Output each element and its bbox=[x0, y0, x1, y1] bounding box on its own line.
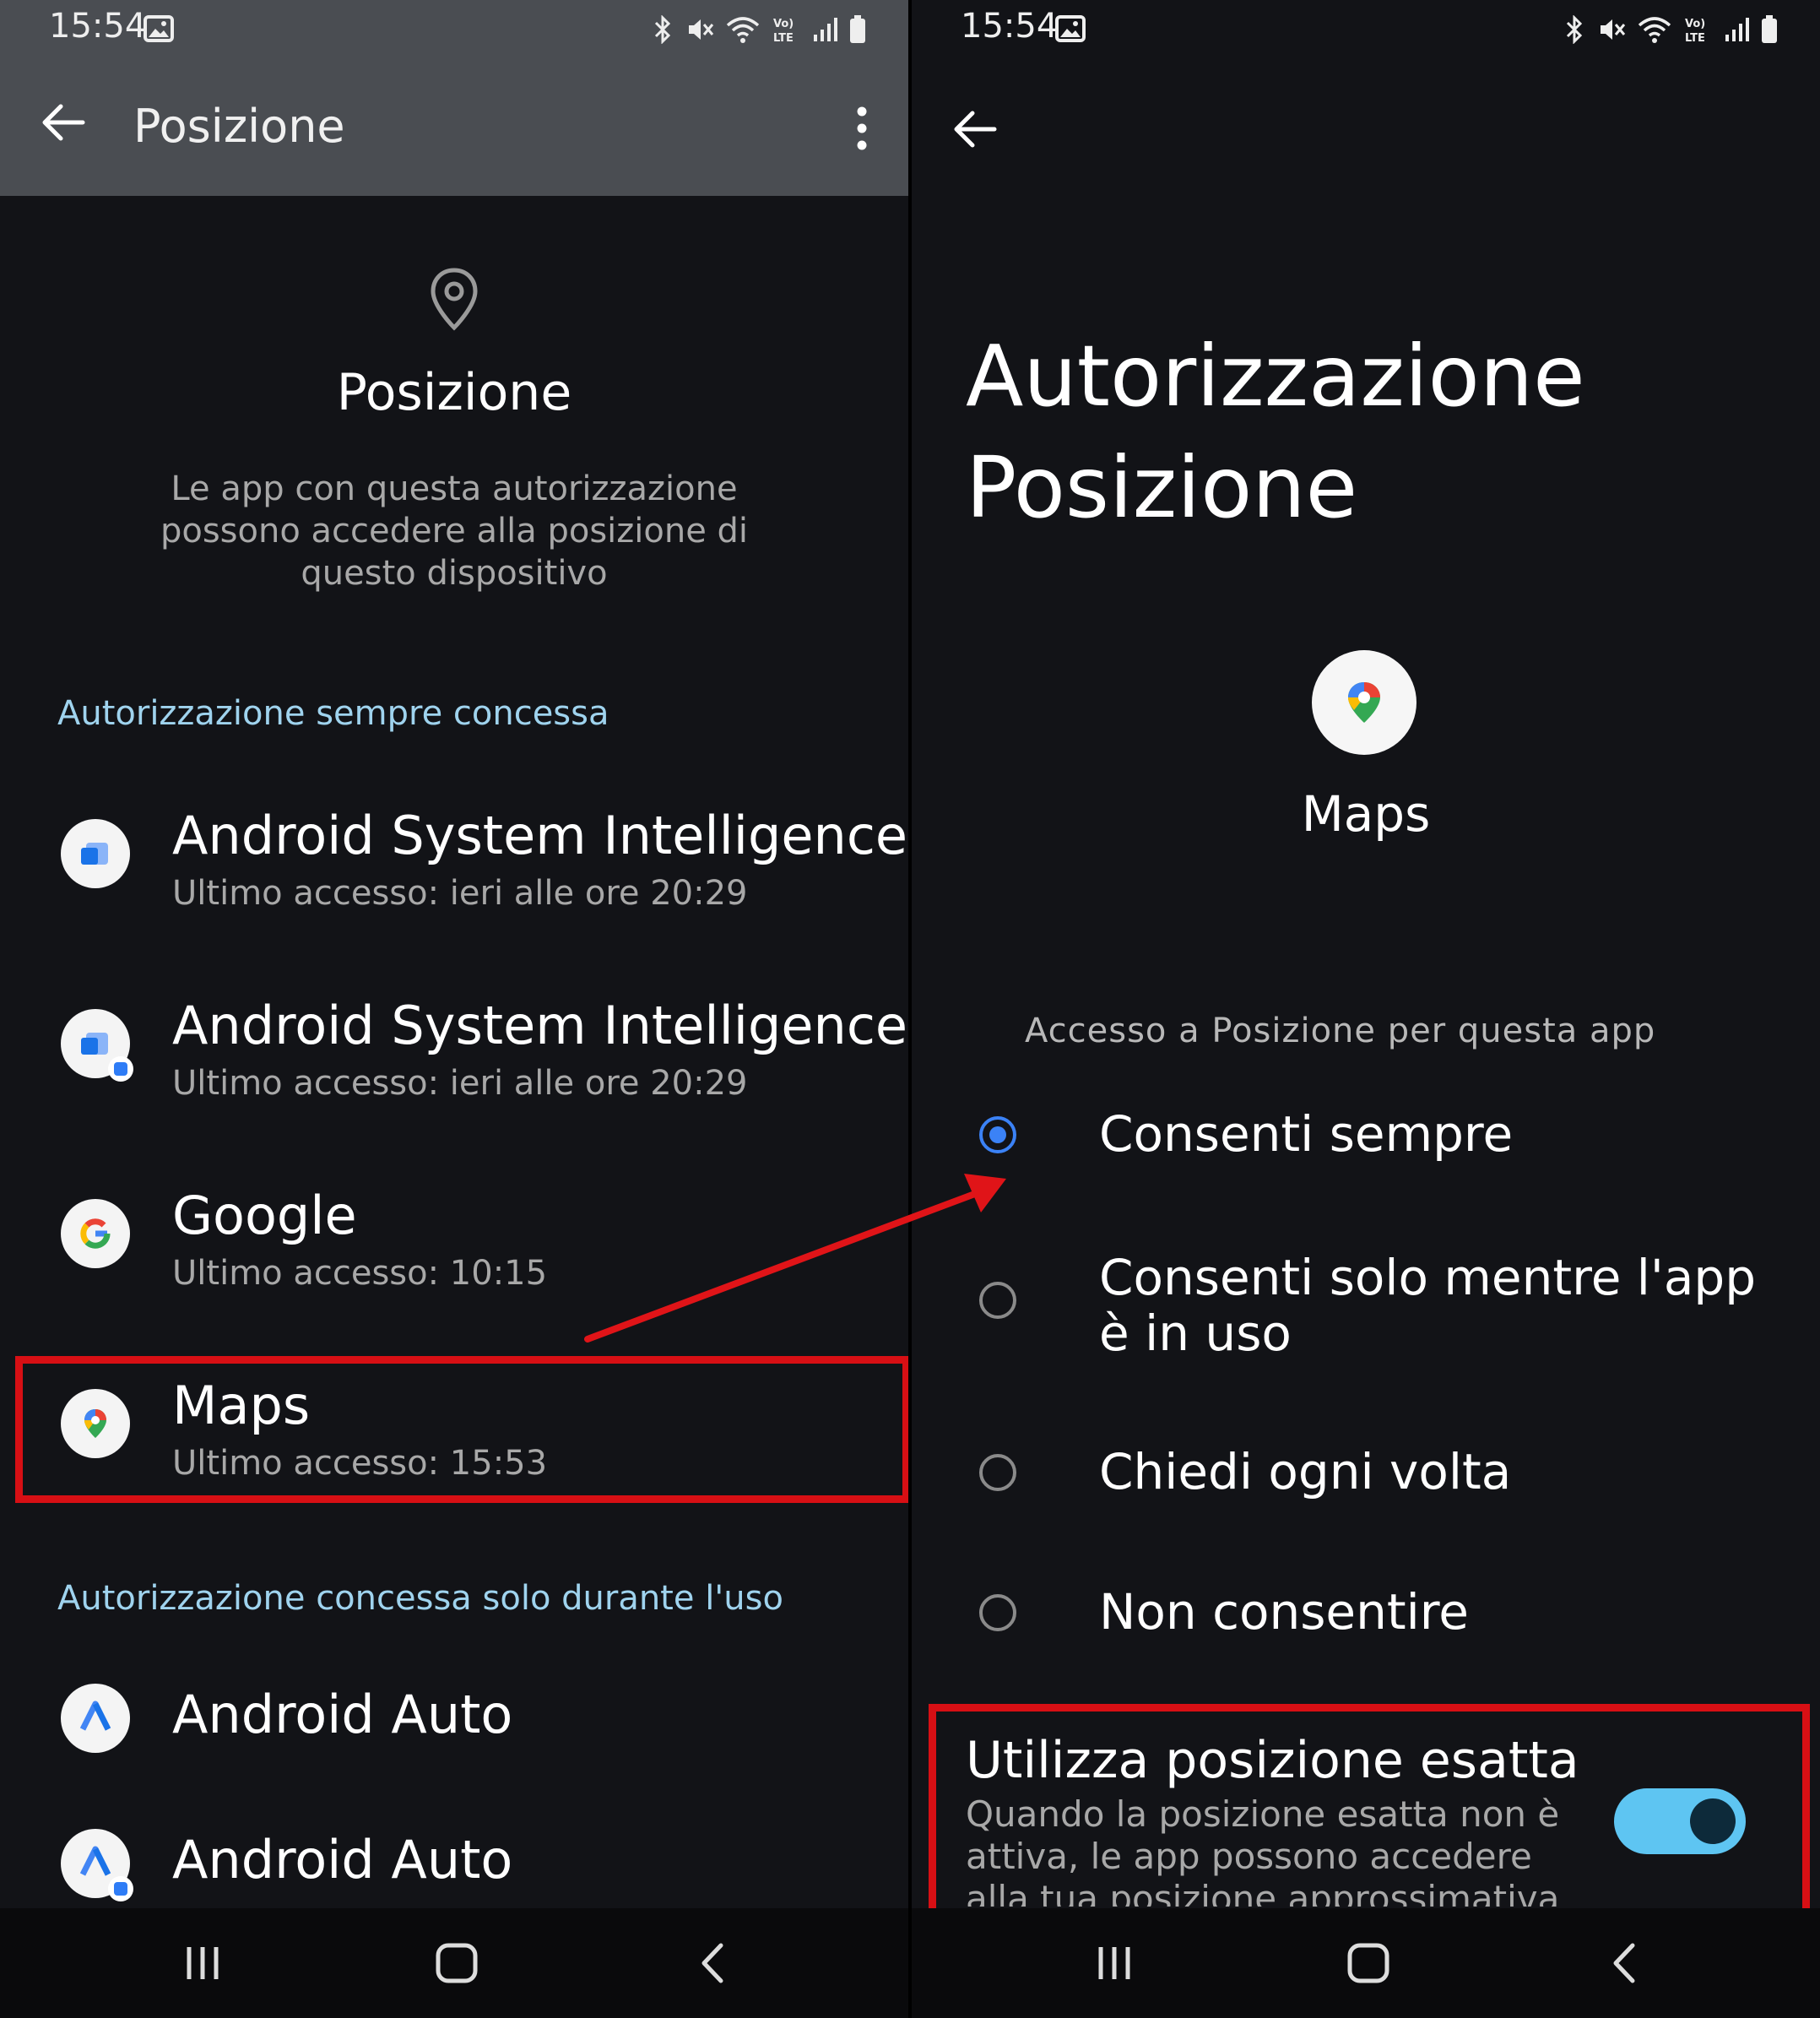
maps-highlight-box bbox=[15, 1356, 908, 1503]
svg-text:LTE: LTE bbox=[1685, 32, 1705, 44]
option-allow-always[interactable]: Consenti sempre bbox=[912, 1106, 1820, 1179]
back-arrow-icon[interactable] bbox=[41, 103, 86, 142]
signal-icon bbox=[814, 18, 837, 41]
mute-icon bbox=[1601, 19, 1626, 40]
app-last-access: Ultimo accesso: ieri alle ore 20:29 bbox=[172, 874, 748, 913]
option-label: Non consentire bbox=[1099, 1583, 1469, 1641]
mute-icon bbox=[689, 19, 714, 40]
android-auto-work-icon bbox=[61, 1829, 133, 1901]
option-label: Consenti solo mentre l'app è in uso bbox=[1099, 1249, 1757, 1362]
navigation-bar bbox=[912, 1908, 1820, 2018]
app-last-access: Ultimo accesso: 10:15 bbox=[172, 1254, 548, 1293]
gallery-notification-icon bbox=[1055, 15, 1086, 42]
more-options-icon[interactable] bbox=[856, 106, 868, 150]
bluetooth-icon bbox=[1566, 15, 1583, 44]
android-auto-icon bbox=[61, 1684, 130, 1753]
option-deny[interactable]: Non consentire bbox=[912, 1584, 1820, 1657]
app-name: Android System Intelligence bbox=[172, 995, 908, 1056]
app-bar-title: Posizione bbox=[133, 100, 345, 153]
back-arrow-icon[interactable] bbox=[952, 110, 998, 149]
volte-icon: Vo) LTE bbox=[1685, 18, 1705, 44]
back-nav-icon[interactable] bbox=[696, 1942, 729, 1984]
home-icon[interactable] bbox=[1346, 1942, 1393, 1984]
work-profile-badge-icon bbox=[108, 1876, 133, 1901]
section-header-while-in-use: Autorizzazione concessa solo durante l'u… bbox=[57, 1579, 783, 1618]
radio-button[interactable] bbox=[979, 1454, 1016, 1491]
app-bar: 15:54 Vo) LTE Posizione bbox=[0, 0, 908, 196]
left-screen: 15:54 Vo) LTE Posizione Posizione Le app … bbox=[0, 0, 908, 2018]
google-icon bbox=[61, 1199, 130, 1268]
svg-text:LTE: LTE bbox=[773, 32, 794, 44]
svg-text:Vo): Vo) bbox=[773, 18, 794, 30]
recent-apps-icon[interactable] bbox=[181, 1942, 225, 1984]
svg-text:Vo): Vo) bbox=[1685, 18, 1705, 30]
back-nav-icon[interactable] bbox=[1607, 1942, 1641, 1984]
recent-apps-icon[interactable] bbox=[1092, 1942, 1136, 1984]
app-row-android-auto[interactable]: Android Auto bbox=[0, 1680, 908, 1815]
app-row-android-system-intelligence-work[interactable]: Android System Intelligence Ultimo acces… bbox=[0, 979, 908, 1115]
hero-title: Posizione bbox=[336, 363, 572, 422]
status-icons: Vo) LTE bbox=[1563, 15, 1778, 44]
status-bar: 15:54 Vo) LTE bbox=[912, 0, 1820, 57]
asi-icon bbox=[61, 819, 130, 888]
gallery-notification-icon bbox=[144, 15, 174, 42]
maps-app-icon bbox=[1312, 650, 1416, 755]
permission-title: Autorizzazione Posizione bbox=[966, 327, 1585, 537]
app-last-access: Ultimo accesso: ieri alle ore 20:29 bbox=[172, 1064, 748, 1103]
status-clock: 15:54 bbox=[961, 7, 1059, 46]
wifi-icon bbox=[1638, 17, 1671, 43]
battery-icon bbox=[850, 15, 865, 43]
status-bar: 15:54 Vo) LTE bbox=[0, 0, 908, 57]
home-icon[interactable] bbox=[434, 1942, 481, 1984]
app-name: Android System Intelligence bbox=[172, 805, 908, 866]
section-header-always: Autorizzazione sempre concessa bbox=[57, 694, 609, 733]
status-clock: 15:54 bbox=[49, 7, 147, 46]
navigation-bar bbox=[0, 1908, 908, 2018]
app-name: Google bbox=[172, 1185, 357, 1246]
location-pin-icon bbox=[431, 268, 478, 331]
option-allow-while-in-use[interactable]: Consenti solo mentre l'app è in uso bbox=[912, 1250, 1820, 1368]
radio-button-selected[interactable] bbox=[979, 1116, 1016, 1153]
right-screen: 15:54 Vo) LTE Autorizzazione Posizione Ma… bbox=[912, 0, 1820, 2018]
access-header: Accesso a Posizione per questa app bbox=[1025, 1012, 1656, 1050]
app-name-label: Maps bbox=[1301, 785, 1431, 843]
work-profile-badge-icon bbox=[108, 1056, 133, 1082]
app-name: Android Auto bbox=[172, 1684, 513, 1745]
option-label: Chiedi ogni volta bbox=[1099, 1443, 1512, 1500]
app-name: Android Auto bbox=[172, 1829, 513, 1891]
option-label: Consenti sempre bbox=[1099, 1105, 1514, 1163]
app-row-google[interactable]: Google Ultimo accesso: 10:15 bbox=[0, 1169, 908, 1305]
app-row-android-system-intelligence[interactable]: Android System Intelligence Ultimo acces… bbox=[0, 789, 908, 925]
wifi-icon bbox=[726, 17, 760, 43]
asi-work-icon bbox=[61, 1009, 133, 1082]
bluetooth-icon bbox=[654, 15, 671, 44]
battery-icon bbox=[1762, 15, 1777, 43]
radio-button[interactable] bbox=[979, 1282, 1016, 1319]
signal-icon bbox=[1725, 18, 1749, 41]
hero-description: Le app con questa autorizzazione possono… bbox=[160, 469, 749, 593]
exact-location-highlight-box bbox=[929, 1704, 1810, 1923]
radio-button[interactable] bbox=[979, 1594, 1016, 1631]
option-ask-every-time[interactable]: Chiedi ogni volta bbox=[912, 1444, 1820, 1516]
status-icons: Vo) LTE bbox=[652, 15, 866, 44]
volte-icon: Vo) LTE bbox=[773, 18, 794, 44]
